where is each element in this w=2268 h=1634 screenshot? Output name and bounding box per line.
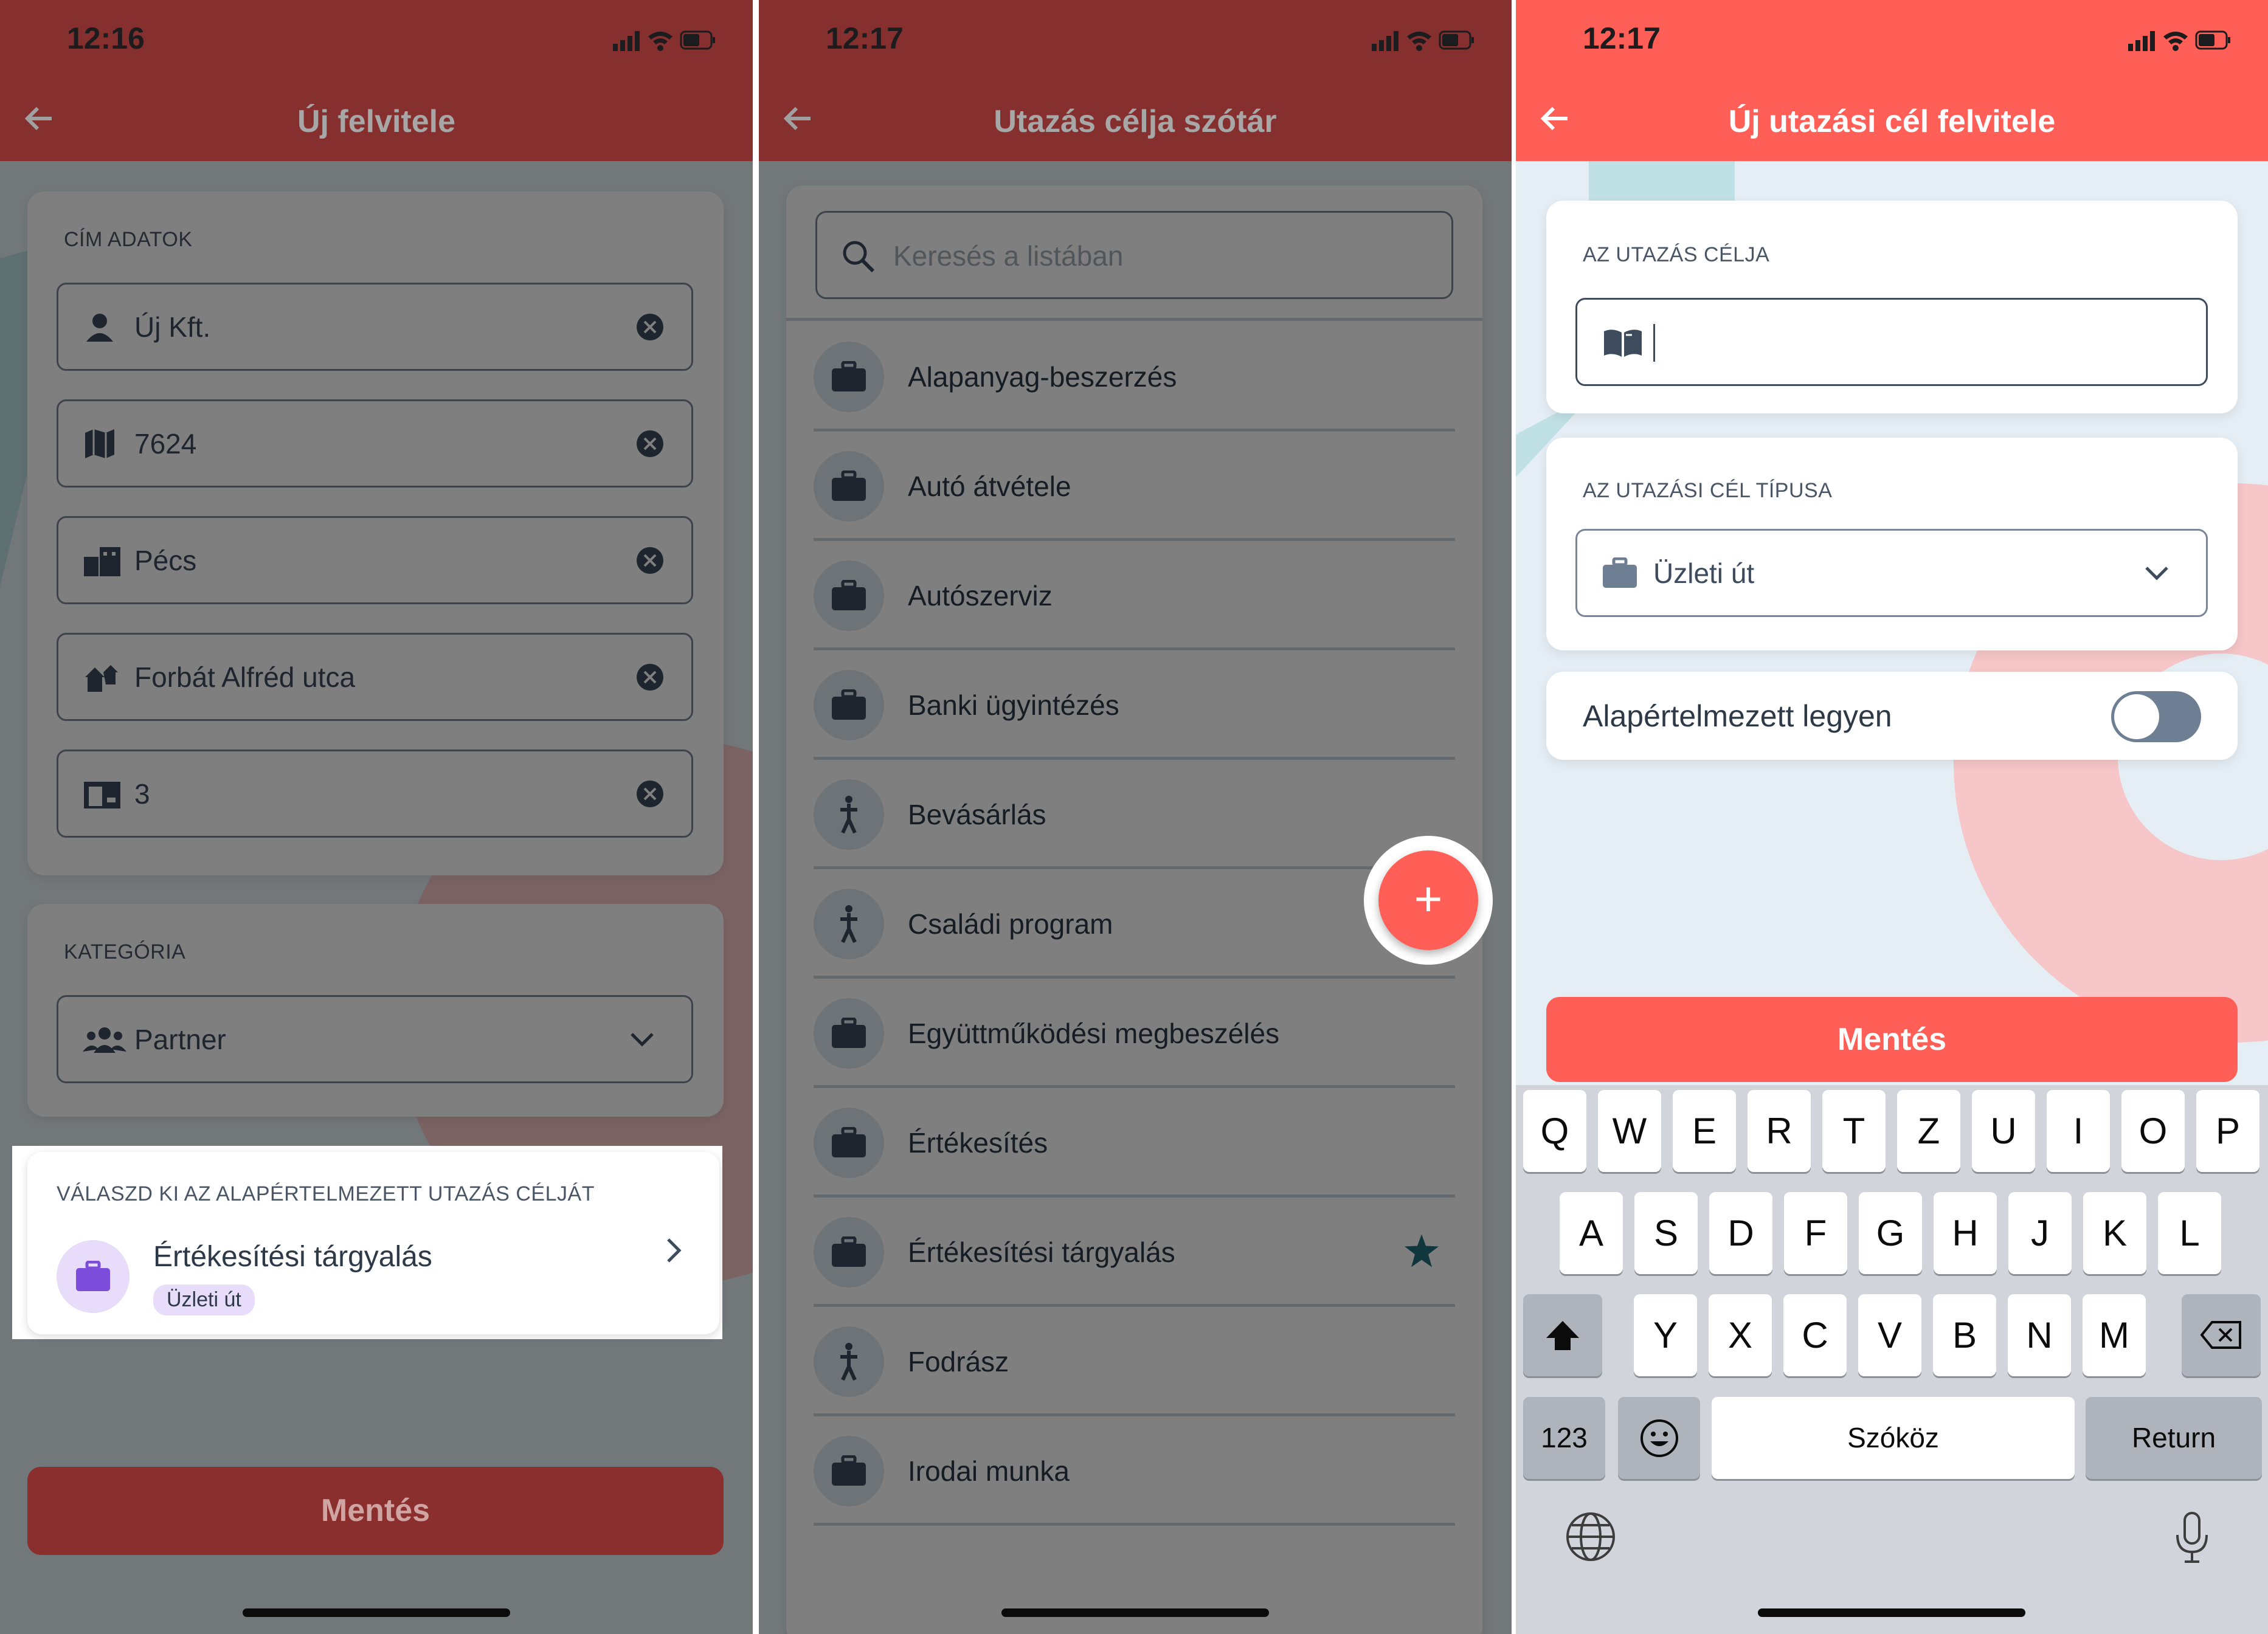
key-e[interactable]: E (1673, 1090, 1736, 1172)
home-indicator (1758, 1608, 2025, 1617)
status-icons (613, 28, 716, 55)
content-area: CÍM ADATOK Új Kft. 7624 Pécs Forbát Alfr… (0, 161, 753, 1634)
signal-wifi-battery-icon (613, 30, 715, 51)
key-k[interactable]: K (2083, 1192, 2146, 1274)
space-key[interactable]: Szóköz (1712, 1397, 2075, 1479)
shift-key[interactable] (1523, 1294, 1602, 1376)
status-time: 12:17 (1583, 21, 1661, 55)
nav-bar: Új utazási cél felvitele (1516, 79, 2268, 161)
status-bar: 12:16 (0, 0, 753, 79)
key-d[interactable]: D (1709, 1192, 1772, 1274)
content-area: Keresés a listában Alapanyag-beszerzésAu… (759, 161, 1512, 1634)
key-p[interactable]: P (2196, 1090, 2259, 1172)
status-time: 12:16 (67, 21, 145, 55)
emoji-key[interactable] (1618, 1397, 1700, 1479)
emoji-icon (1640, 1419, 1678, 1457)
section-label: AZ UTAZÁSI CÉL TÍPUSA (1583, 479, 1833, 502)
key-h[interactable]: H (1934, 1192, 1997, 1274)
key-t[interactable]: T (1822, 1090, 1886, 1172)
status-bar: 12:17 (1516, 0, 2268, 79)
page-title: Új felvitele (297, 104, 456, 139)
type-card: AZ UTAZÁSI CÉL TÍPUSA Üzleti út (1546, 438, 2238, 650)
type-value: Üzleti út (1653, 557, 1755, 589)
status-icons (2128, 28, 2232, 55)
chevron-right-icon (667, 1238, 682, 1263)
briefcase-icon (1603, 557, 1637, 588)
purpose-badge: Üzleti út (153, 1284, 255, 1315)
key-o[interactable]: O (2121, 1090, 2185, 1172)
key-j[interactable]: J (2008, 1192, 2072, 1274)
nav-bar: Új felvitele (0, 79, 753, 161)
page-title: Utazás célja szótár (994, 104, 1277, 139)
default-toggle[interactable] (2111, 691, 2201, 742)
default-purpose-value: Értékesítési tárgyalás (153, 1241, 432, 1273)
chevron-down-icon (2145, 566, 2168, 581)
default-purpose-label: VÁLASZD KI AZ ALAPÉRTELMEZETT UTAZÁS CÉL… (57, 1182, 595, 1205)
key-g[interactable]: G (1859, 1192, 1922, 1274)
key-q[interactable]: Q (1523, 1090, 1586, 1172)
key-i[interactable]: I (2047, 1090, 2110, 1172)
key-s[interactable]: S (1634, 1192, 1698, 1274)
home-indicator (243, 1608, 510, 1617)
key-n[interactable]: N (2008, 1294, 2071, 1376)
book-icon (1604, 329, 1642, 357)
key-a[interactable]: A (1560, 1192, 1623, 1274)
microphone-icon[interactable] (2174, 1511, 2210, 1565)
key-w[interactable]: W (1598, 1090, 1661, 1172)
content-area: AZ UTAZÁS CÉLJA AZ UTAZÁSI CÉL TÍPUSA Üz… (1516, 161, 2268, 1634)
key-b[interactable]: B (1933, 1294, 1996, 1376)
toggle-knob (2114, 694, 2159, 739)
nav-bar: Utazás célja szótár (759, 79, 1512, 161)
key-f[interactable]: F (1784, 1192, 1847, 1274)
key-m[interactable]: M (2083, 1294, 2146, 1376)
purpose-input[interactable] (1575, 298, 2208, 386)
key-v[interactable]: V (1858, 1294, 1921, 1376)
purpose-card: AZ UTAZÁS CÉLJA (1546, 201, 2238, 413)
key-l[interactable]: L (2158, 1192, 2221, 1274)
briefcase-icon (76, 1261, 110, 1291)
key-r[interactable]: R (1748, 1090, 1811, 1172)
key-x[interactable]: X (1709, 1294, 1772, 1376)
status-time: 12:17 (826, 21, 904, 55)
default-toggle-label: Alapértelmezett legyen (1583, 699, 1892, 733)
status-icons (1372, 28, 1475, 55)
backspace-key[interactable] (2182, 1294, 2261, 1376)
save-button[interactable]: Mentés (1546, 997, 2238, 1082)
save-button[interactable]: Mentés (27, 1467, 724, 1555)
purpose-avatar (57, 1240, 130, 1313)
numbers-key[interactable]: 123 (1523, 1397, 1605, 1479)
globe-icon[interactable] (1564, 1511, 1617, 1563)
key-c[interactable]: C (1783, 1294, 1847, 1376)
key-u[interactable]: U (1972, 1090, 2035, 1172)
key-y[interactable]: Y (1634, 1294, 1697, 1376)
shift-icon (1546, 1321, 1579, 1350)
keyboard: QWERTZUIOP ASDFGHJKL YXCVBNM 123 Szóköz … (1516, 1085, 2268, 1634)
status-bar: 12:17 (759, 0, 1512, 79)
text-cursor (1653, 324, 1655, 362)
section-label: AZ UTAZÁS CÉLJA (1583, 243, 1770, 266)
dim-overlay (0, 161, 753, 1634)
screen-new-purpose: 12:17 Új utazási cél felvitele AZ UTAZÁS… (1516, 0, 2268, 1634)
signal-wifi-battery-icon (1372, 30, 1474, 51)
default-purpose-highlight: VÁLASZD KI AZ ALAPÉRTELMEZETT UTAZÁS CÉL… (12, 1146, 722, 1339)
type-select[interactable]: Üzleti út (1575, 529, 2208, 617)
screen-new-entry: 12:16 Új felvitele CÍM ADATOK Új Kft. (0, 0, 753, 1634)
add-button[interactable]: + (1378, 850, 1478, 950)
default-purpose-card[interactable]: VÁLASZD KI AZ ALAPÉRTELMEZETT UTAZÁS CÉL… (27, 1152, 719, 1334)
key-z[interactable]: Z (1897, 1090, 1960, 1172)
backspace-icon (2200, 1321, 2241, 1349)
screen-purpose-dictionary: 12:17 Utazás célja szótár Keresés a list… (759, 0, 1512, 1634)
signal-wifi-battery-icon (2128, 30, 2230, 51)
default-toggle-card: Alapértelmezett legyen (1546, 672, 2238, 760)
home-indicator (1001, 1608, 1269, 1617)
fab-highlight: + (1364, 836, 1493, 965)
page-title: Új utazási cél felvitele (1728, 104, 2056, 139)
return-key[interactable]: Return (2086, 1397, 2262, 1479)
